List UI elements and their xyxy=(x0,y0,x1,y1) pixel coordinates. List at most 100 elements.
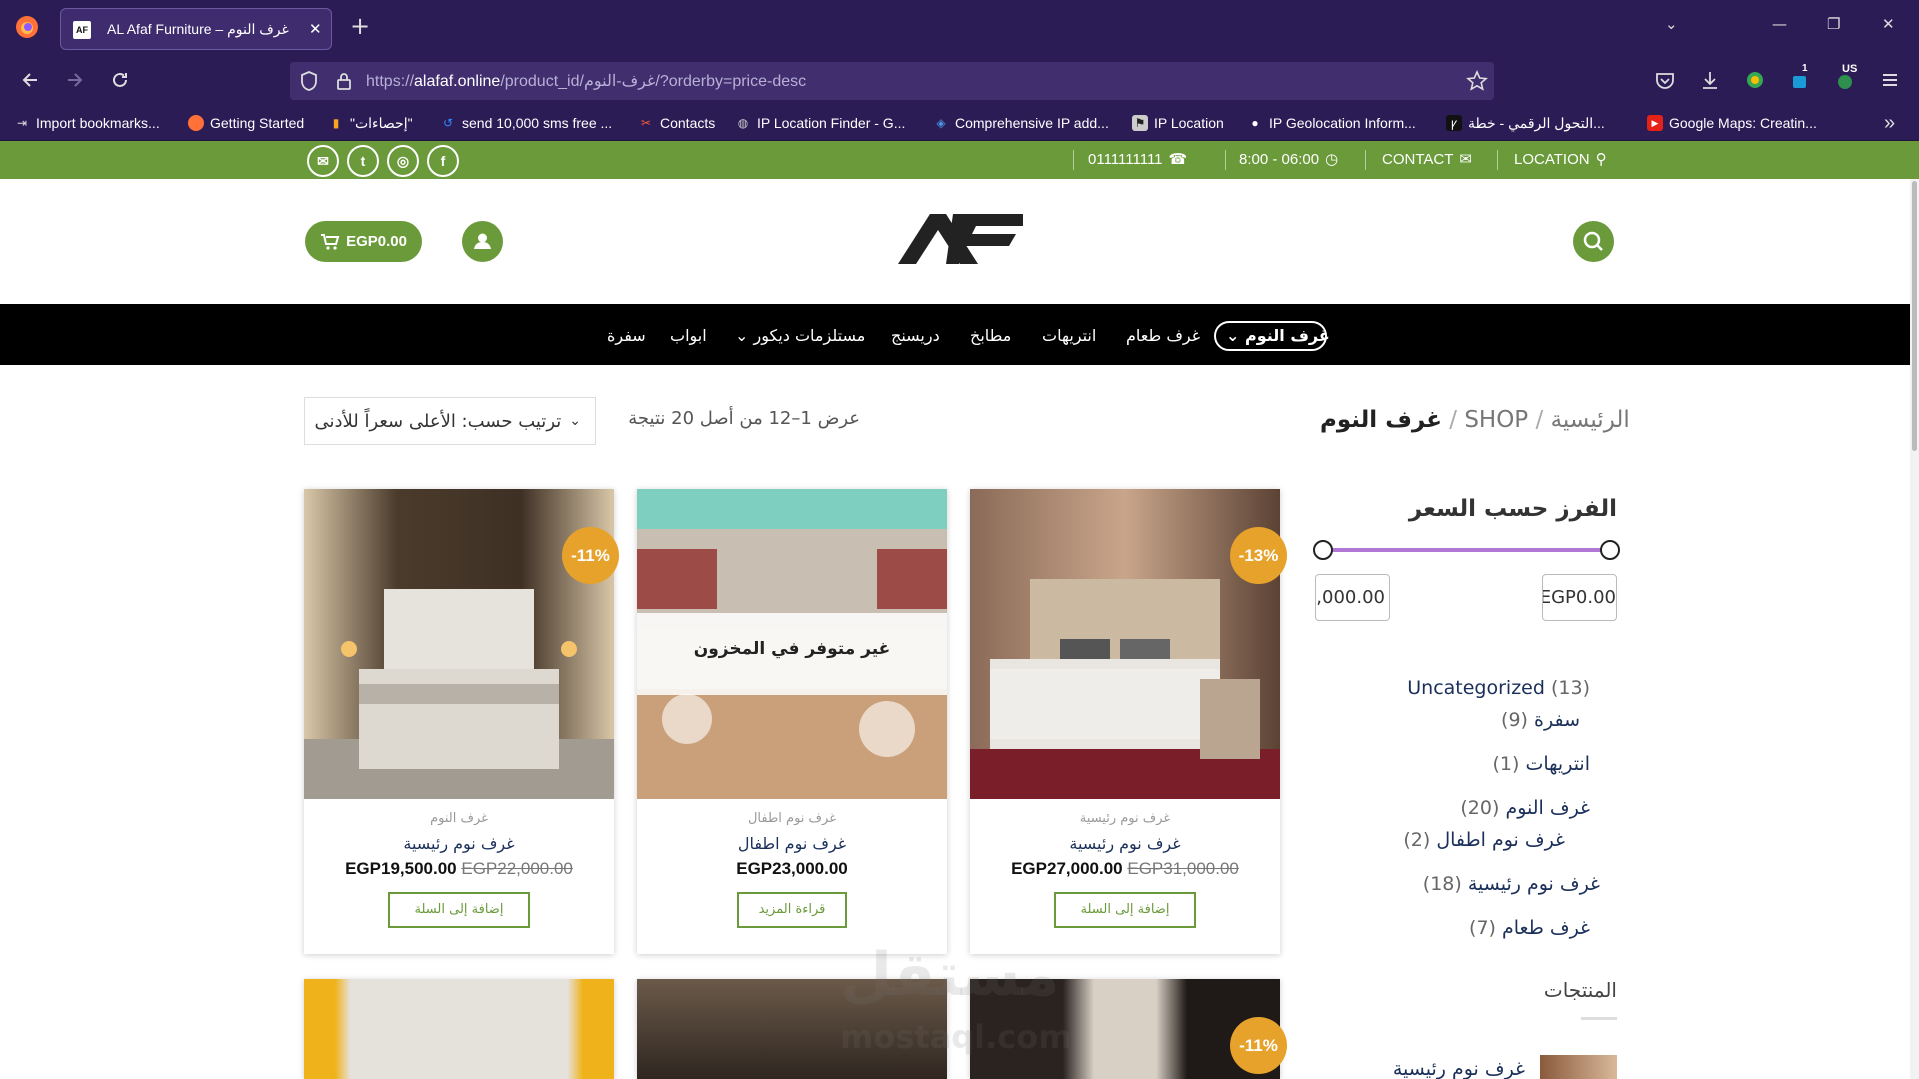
search-button[interactable] xyxy=(1573,221,1614,262)
category-link[interactable]: Uncategorized (13) xyxy=(1380,677,1590,699)
window-close-icon[interactable]: ✕ xyxy=(1882,15,1895,33)
product-price: EGP19,500.00 EGP22,000.00 xyxy=(345,859,573,878)
tab-list-icon[interactable]: ⌄ xyxy=(1665,15,1678,33)
bookmark-item[interactable]: ✂ Contacts xyxy=(638,113,715,133)
chevron-down-icon: ⌄ xyxy=(735,326,754,345)
minimize-icon[interactable]: — xyxy=(1772,15,1787,33)
nav-item-sofra[interactable]: سفرة xyxy=(607,326,646,345)
product-category[interactable]: غرف نوم اطفال xyxy=(637,811,947,826)
bookmark-item[interactable]: ꝩ التحول الرقمي - خطة... xyxy=(1446,113,1605,133)
nav-item-dining[interactable]: غرف طعام xyxy=(1126,326,1200,345)
bookmark-star-icon[interactable] xyxy=(1466,70,1488,92)
bookmark-item[interactable]: Getting Started xyxy=(188,113,304,133)
phone-link[interactable]: 0111111111 ☎ xyxy=(1088,150,1187,169)
extension-color-icon[interactable] xyxy=(1744,69,1766,91)
nav-item-kitchens[interactable]: مطابخ xyxy=(970,326,1011,345)
nav-item-decor[interactable]: ⌄ مستلزمات ديكور xyxy=(735,326,865,345)
min-price-input[interactable]: EGP0.00 xyxy=(1542,574,1617,621)
bookmark-item[interactable]: ⚑ IP Location xyxy=(1132,113,1224,133)
breadcrumb-home[interactable]: الرئيسية xyxy=(1551,407,1630,433)
add-to-cart-button[interactable]: إضافة إلى السلة xyxy=(388,892,530,928)
price-slider-max-handle[interactable] xyxy=(1600,540,1620,560)
product-name[interactable]: غرف نوم رئيسية xyxy=(304,834,614,853)
nav-item-bedrooms[interactable]: ⌄ غرف النوم xyxy=(1226,326,1330,345)
out-of-stock-label: غير متوفر في المخزون xyxy=(693,639,891,659)
account-button[interactable] xyxy=(462,221,503,262)
category-link[interactable]: (9) سفرة xyxy=(1380,709,1580,731)
divider xyxy=(1581,1017,1617,1020)
product-name[interactable]: غرف نوم رئيسية xyxy=(970,834,1280,853)
firefox-icon[interactable] xyxy=(14,14,40,40)
sort-select[interactable]: ترتيب حسب: الأعلى سعراً للأدنى ⌄ xyxy=(304,397,596,445)
category-link[interactable]: (1) انتريهات xyxy=(1380,753,1590,775)
divider xyxy=(1225,150,1226,170)
location-pin-icon: ⚲ xyxy=(1595,151,1607,168)
contact-link[interactable]: CONTACT ✉ xyxy=(1382,150,1472,169)
reload-icon[interactable] xyxy=(109,69,131,91)
instagram-icon[interactable]: ◎ xyxy=(387,145,419,177)
price-filter-title: الفرز حسب السعر xyxy=(1408,496,1617,522)
bookmark-item[interactable]: ◈ Comprehensive IP add... xyxy=(933,113,1108,133)
product-category[interactable]: غرف النوم xyxy=(304,811,614,826)
firefox-icon xyxy=(188,115,204,131)
sidebar-product-link[interactable]: غرف نوم رئيسية xyxy=(1330,1058,1525,1079)
tracking-shield-icon[interactable] xyxy=(298,70,320,92)
nav-item-doors[interactable]: ابواب xyxy=(670,326,707,345)
tab-favicon: AF xyxy=(73,21,91,39)
price-slider-track[interactable] xyxy=(1323,548,1610,552)
bookmark-item[interactable]: ▮ "إحصاءات" xyxy=(328,113,413,133)
user-icon xyxy=(474,233,491,249)
bookmark-item[interactable]: ▶ Google Maps: Creatin... xyxy=(1647,113,1817,133)
category-link[interactable]: (2) غرف نوم اطفال xyxy=(1380,829,1565,851)
read-more-button[interactable]: قراءة المزيد xyxy=(737,892,847,928)
product-image[interactable] xyxy=(304,489,614,799)
url-text: https://alafaf.online/product_id/غرف-الن… xyxy=(366,73,807,90)
doc-icon: ꝩ xyxy=(1446,115,1462,131)
cart-button[interactable]: EGP0.00 xyxy=(305,221,422,262)
hamburger-menu-icon[interactable] xyxy=(1879,69,1901,91)
restore-icon[interactable]: ❐ xyxy=(1827,15,1840,33)
category-link[interactable]: (7) غرف طعام xyxy=(1380,917,1590,939)
new-tab-icon[interactable]: + xyxy=(350,12,370,40)
locale-badge: US xyxy=(1842,63,1858,75)
flag-icon: ⚑ xyxy=(1132,115,1148,131)
breadcrumb: غرف النوم / SHOP / الرئيسية xyxy=(1320,407,1630,433)
download-icon[interactable] xyxy=(1699,69,1721,91)
price-slider-min-handle[interactable] xyxy=(1313,540,1333,560)
contacts-icon: ✂ xyxy=(640,116,652,130)
cart-total: EGP0.00 xyxy=(346,233,407,250)
forward-arrow-icon[interactable] xyxy=(64,69,86,91)
products-widget-title: المنتجات xyxy=(1543,978,1617,1002)
product-category[interactable]: غرف نوم رئيسية xyxy=(970,811,1280,826)
nav-item-living[interactable]: انتريهات xyxy=(1042,326,1096,345)
product-image[interactable] xyxy=(304,979,614,1079)
more-bookmarks-icon[interactable]: » xyxy=(1884,112,1895,134)
bookmark-item[interactable]: ⇥ Import bookmarks... xyxy=(14,113,160,133)
active-tab[interactable]: AF AL Afaf Furniture – غرف النوم ✕ xyxy=(60,8,332,50)
bookmark-item[interactable]: ◍ IP Location Finder - G... xyxy=(735,113,906,133)
product-card xyxy=(304,979,614,1079)
add-to-cart-button[interactable]: إضافة إلى السلة xyxy=(1054,892,1196,928)
product-thumbnail[interactable] xyxy=(1540,1055,1617,1079)
facebook-icon[interactable]: f xyxy=(427,145,459,177)
tab-close-icon[interactable]: ✕ xyxy=(309,20,322,38)
breadcrumb-shop[interactable]: SHOP xyxy=(1464,407,1528,433)
product-name[interactable]: غرف نوم اطفال xyxy=(637,834,947,853)
sale-badge: -11% xyxy=(562,527,619,584)
shield-icon: ◈ xyxy=(936,116,946,130)
site-logo[interactable] xyxy=(898,212,1023,267)
lock-icon[interactable] xyxy=(333,70,355,92)
nav-item-dressing[interactable]: دريسنج xyxy=(891,326,940,345)
pocket-icon[interactable] xyxy=(1654,69,1676,91)
category-link[interactable]: (18) غرف نوم رئيسية xyxy=(1380,873,1600,895)
bookmark-item[interactable]: ↺ send 10,000 sms free ... xyxy=(440,113,612,133)
category-link[interactable]: (20) غرف النوم xyxy=(1380,797,1590,819)
max-price-input[interactable]: EGP0,000.00 xyxy=(1315,574,1390,621)
bookmark-item[interactable]: ● IP Geolocation Inform... xyxy=(1247,113,1415,133)
back-arrow-icon[interactable] xyxy=(19,69,41,91)
scrollbar-thumb[interactable] xyxy=(1912,181,1917,451)
product-image[interactable] xyxy=(970,489,1280,799)
location-link[interactable]: LOCATION ⚲ xyxy=(1514,150,1607,169)
twitter-icon[interactable]: t xyxy=(347,145,379,177)
email-icon[interactable]: ✉ xyxy=(307,145,339,177)
